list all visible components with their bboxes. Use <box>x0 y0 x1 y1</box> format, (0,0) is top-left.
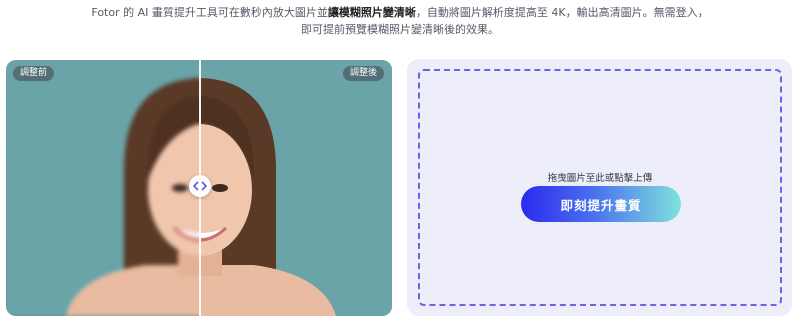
upload-hint: 拖曳圖片至此或點擊上傳 <box>547 173 653 184</box>
before-image <box>6 60 200 316</box>
portrait-before <box>6 60 200 316</box>
intro-text: Fotor 的 AI 畫質提升工具可在數秒內放大圖片並讓模糊照片變清晰，自動將圖… <box>0 4 800 38</box>
intro-line-1-end: ，自動將圖片解析度提高至 4K，輸出高清圖片。無需登入， <box>415 6 709 19</box>
after-label: 調整後 <box>342 66 384 81</box>
before-after-comparison[interactable]: 調整前 調整後 <box>6 60 392 316</box>
enhance-now-button[interactable]: 即刻提升畫質 <box>521 186 681 222</box>
upload-card: 拖曳圖片至此或點擊上傳 即刻提升畫質 <box>407 59 792 316</box>
intro-line-2: 即可提前預覽模糊照片變清晰後的效果。 <box>301 23 499 36</box>
intro-highlight: 讓模糊照片變清晰 <box>327 6 416 19</box>
intro-line-1: Fotor 的 AI 畫質提升工具可在數秒內放大圖片並讓模糊照片變清晰，自動將圖… <box>0 4 800 21</box>
before-label: 調整前 <box>13 66 55 81</box>
upload-dropzone[interactable]: 拖曳圖片至此或點擊上傳 即刻提升畫質 <box>418 69 782 306</box>
after-image <box>200 60 392 316</box>
portrait-after <box>200 60 392 316</box>
intro-line-1-start: Fotor 的 AI 畫質提升工具可在數秒內放大圖片並 <box>91 6 328 19</box>
left-right-arrows-icon[interactable] <box>189 175 211 197</box>
